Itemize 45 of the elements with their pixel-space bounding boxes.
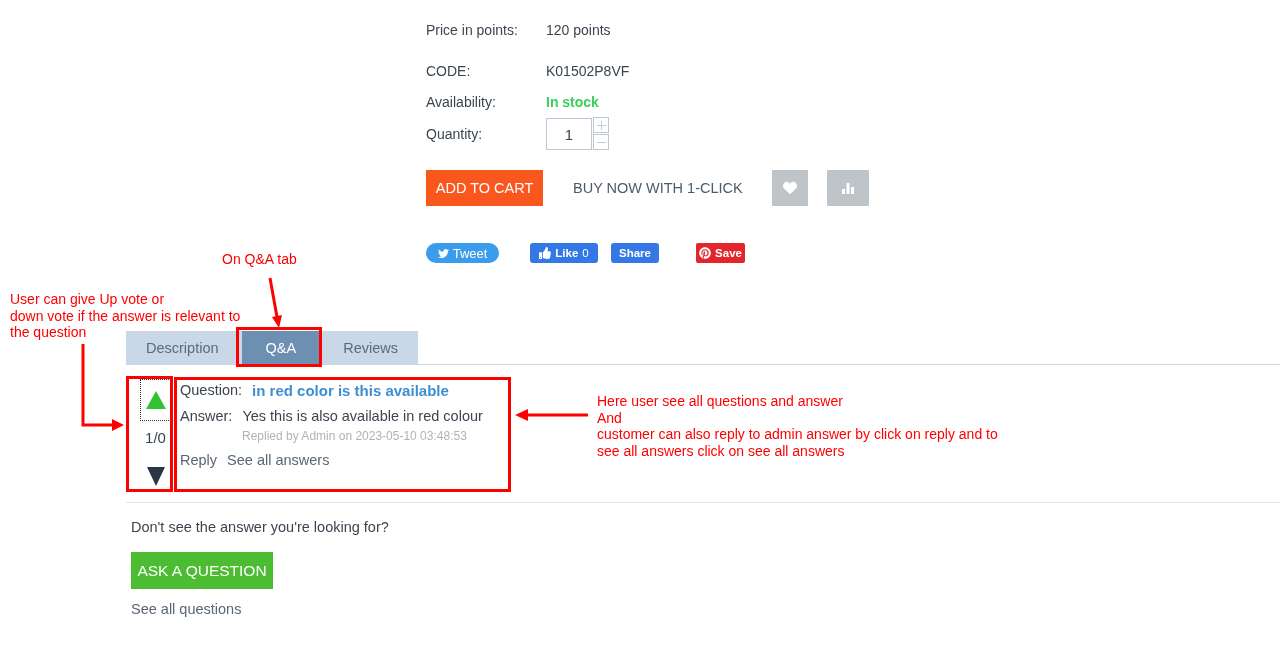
answer-link[interactable]: Reply bbox=[180, 452, 218, 468]
bar-chart-icon bbox=[841, 182, 854, 194]
decrease-button[interactable] bbox=[593, 134, 609, 150]
add-to-cart-button[interactable]: ADD TO CART bbox=[426, 170, 543, 206]
annotation-note: On Q&A tab bbox=[222, 251, 297, 268]
question-text: in red color is this available bbox=[252, 381, 449, 399]
up-triangle-icon bbox=[145, 391, 166, 409]
vote-count: 1/0 bbox=[145, 430, 166, 446]
ask-question-button[interactable]: ASK A QUESTION bbox=[131, 552, 273, 589]
upvote-button[interactable] bbox=[140, 379, 171, 421]
tab[interactable]: Description bbox=[126, 331, 239, 364]
annotation-arrow bbox=[268, 277, 282, 328]
increase-button[interactable] bbox=[593, 117, 609, 133]
compare-button[interactable] bbox=[826, 170, 869, 206]
pin-logo-icon bbox=[699, 247, 712, 259]
answer-link[interactable]: See all answers bbox=[227, 452, 330, 468]
minus-icon bbox=[596, 141, 606, 143]
share-button[interactable]: Share bbox=[611, 243, 659, 263]
price-value: 120 points bbox=[546, 21, 611, 40]
see-all-questions-link[interactable]: See all questions bbox=[131, 599, 242, 619]
answer-text: Yes this is also available in red colour bbox=[242, 408, 483, 424]
heart-icon bbox=[782, 181, 797, 195]
down-triangle-icon bbox=[146, 466, 165, 486]
field-label: CODE: bbox=[426, 62, 471, 81]
answer-label: Answer: bbox=[180, 408, 233, 424]
field-label: Quantity: bbox=[426, 125, 483, 144]
tab[interactable]: Reviews bbox=[323, 331, 418, 364]
quantity-input[interactable]: 1 bbox=[546, 118, 592, 150]
wishlist-button[interactable] bbox=[771, 170, 808, 206]
availability-status: In stock bbox=[546, 93, 599, 112]
bird-icon bbox=[437, 247, 449, 259]
reply-meta: Replied by Admin on 2023-05-10 03:48:53 bbox=[242, 428, 467, 444]
field-label: Price in points: bbox=[426, 21, 518, 40]
plus-icon bbox=[596, 120, 606, 130]
save-button[interactable]: Save bbox=[696, 243, 745, 263]
like-button[interactable]: Like 0 bbox=[530, 243, 598, 263]
field-value: K01502P8VF bbox=[546, 62, 630, 81]
question-label: Question: bbox=[180, 382, 243, 398]
field-label: Availability: bbox=[426, 93, 496, 112]
tweet-button[interactable]: Tweet bbox=[426, 243, 499, 263]
thumbs-up-icon bbox=[539, 247, 552, 259]
buy-now-button[interactable]: BUY NOW WITH 1-CLICK bbox=[573, 180, 743, 196]
tab[interactable]: Q&A bbox=[238, 331, 324, 364]
prompt-text: Don't see the answer you're looking for? bbox=[131, 518, 389, 537]
annotation-note: Here user see all questions and answer And customer can also reply to admin answer by click on reply and to see all answers click on see all answers bbox=[597, 393, 998, 460]
